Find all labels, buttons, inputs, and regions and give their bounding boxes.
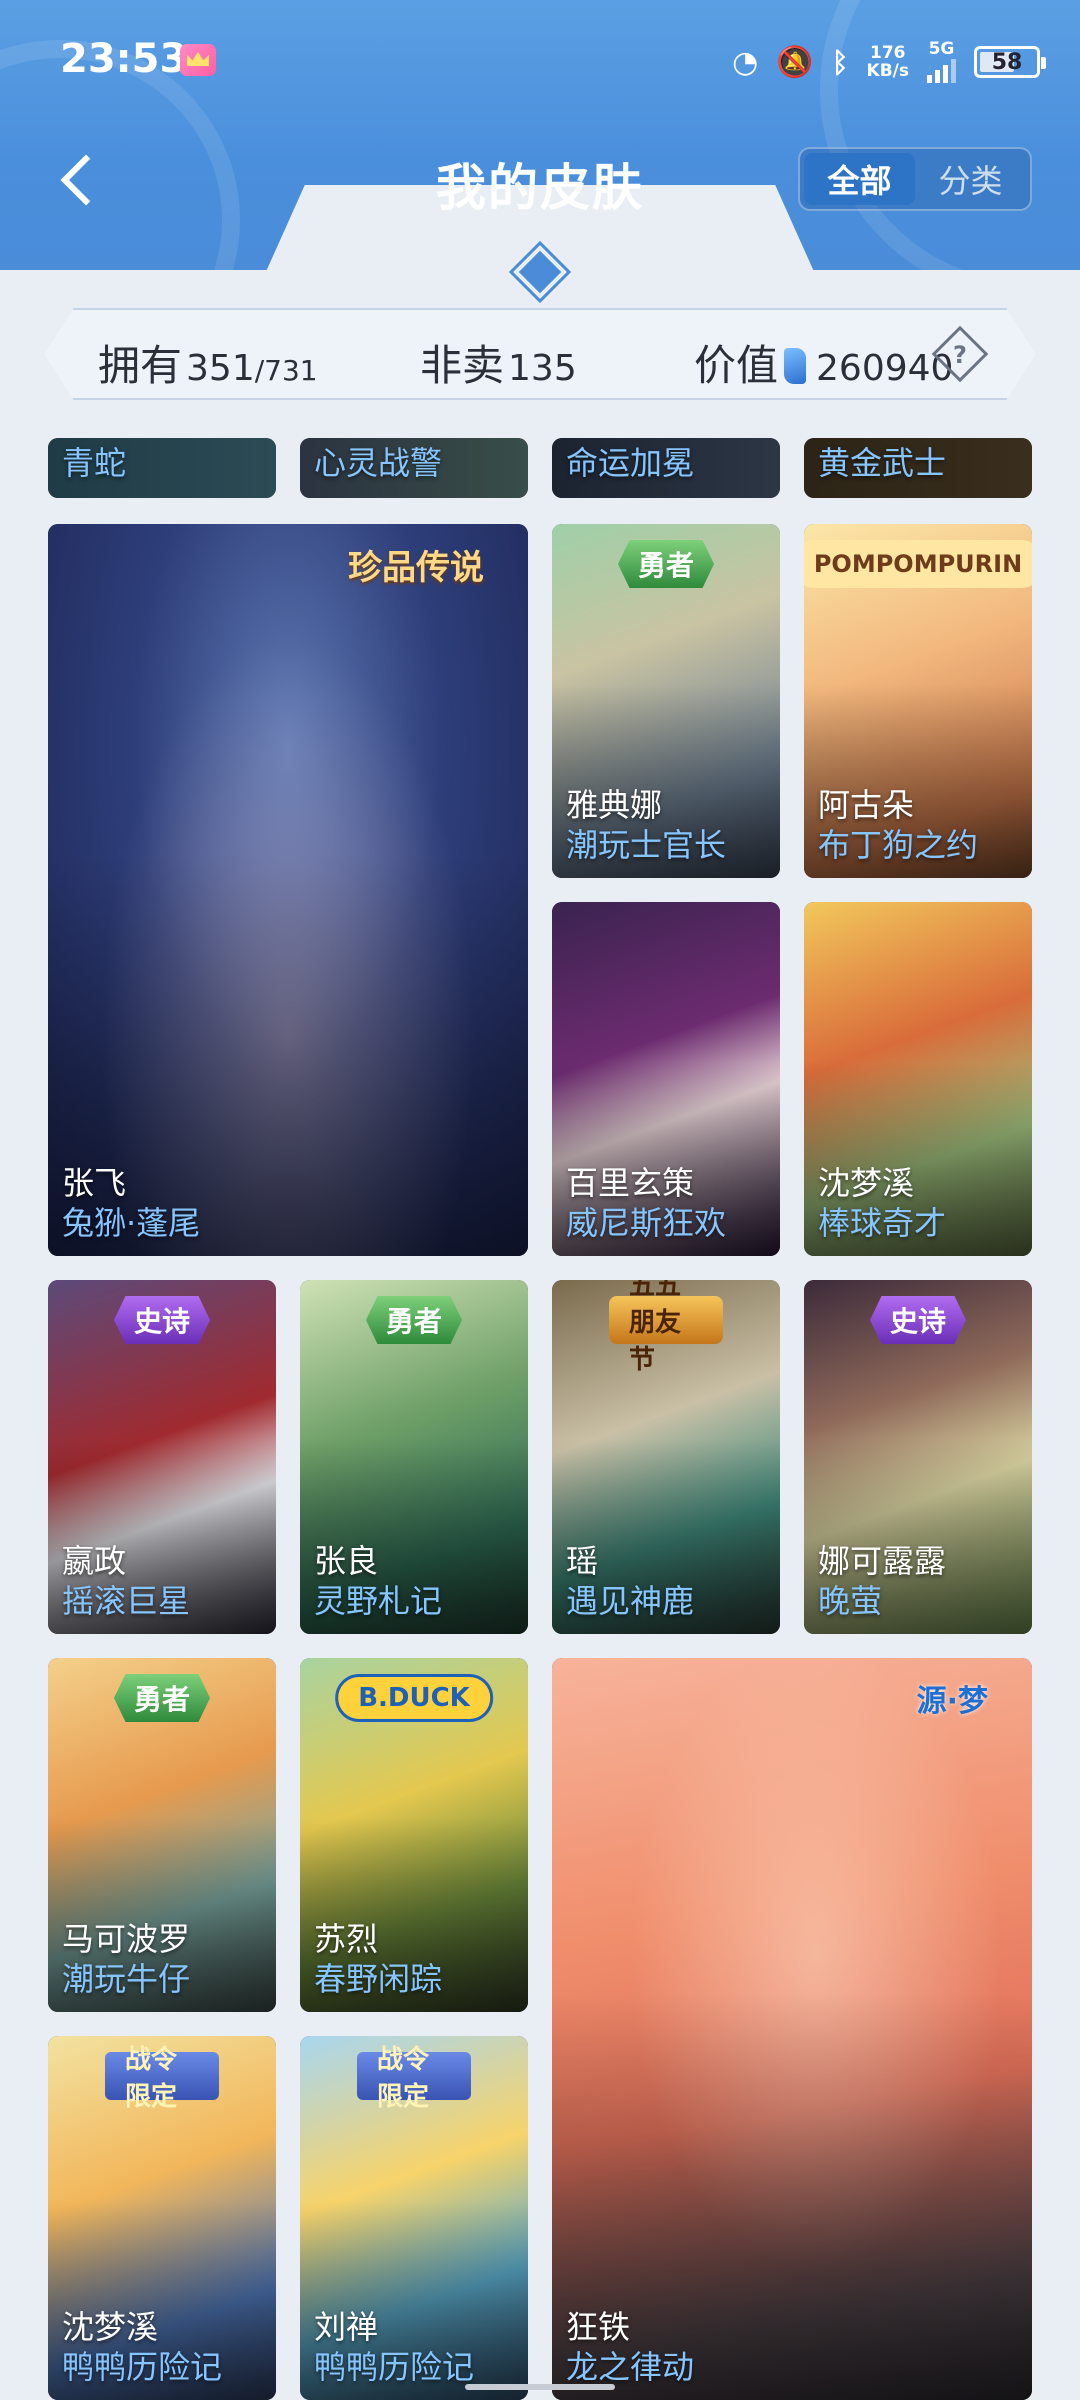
battery-icon: 58: [974, 46, 1046, 78]
status-icons: ◔ 🔕 ᛒ 176 KB/s 5G 58: [732, 40, 1046, 84]
rarity-badge: 勇者: [617, 540, 715, 588]
battle-pass-badge: 战令限定: [357, 2045, 471, 2112]
skin-card[interactable]: 勇者 张良 灵野札记: [300, 1280, 528, 1634]
owned-stat: 拥有 351 /731: [98, 341, 318, 390]
signal-indicator: 5G: [927, 41, 956, 83]
skin-card[interactable]: POMPOMPURIN 阿古朵 布丁狗之约: [804, 524, 1032, 878]
skin-card[interactable]: 史诗 娜可露露 晚萤: [804, 1280, 1032, 1634]
rarity-badge: 勇者: [365, 1296, 463, 1344]
crown-app-icon: [180, 44, 216, 76]
status-bar: 23:53 ◔ 🔕 ᛒ 176 KB/s 5G 58: [0, 0, 1080, 120]
battery-level: 58: [991, 49, 1023, 75]
status-time: 23:53: [60, 36, 188, 82]
battle-pass-badge: 战令限定: [105, 2045, 219, 2112]
network-speed: 176 KB/s: [866, 43, 909, 81]
tab-all[interactable]: 全部: [804, 153, 915, 205]
skin-card[interactable]: 沈梦溪 棒球奇才: [804, 902, 1032, 1256]
stats-bar: 拥有 351 /731 非卖 135 价值 260940 ?: [44, 308, 1036, 400]
mute-bell-icon: 🔕: [776, 44, 814, 80]
skin-card[interactable]: 五五朋友节 瑶 遇见神鹿: [552, 1280, 780, 1634]
gem-icon: [784, 348, 807, 384]
skin-card[interactable]: 心灵战警: [300, 438, 528, 498]
unsold-stat: 非卖 135: [420, 341, 577, 390]
bluetooth-icon: ᛒ: [831, 45, 849, 79]
skin-card[interactable]: 战令限定 刘禅 鸭鸭历险记: [300, 2036, 528, 2400]
series-badge: 源·梦: [916, 1684, 988, 1719]
skin-card[interactable]: 战令限定 沈梦溪 鸭鸭历险记: [48, 2036, 276, 2400]
rarity-badge: 史诗: [113, 1296, 211, 1344]
skin-card[interactable]: 勇者 马可波罗 潮玩牛仔: [48, 1658, 276, 2012]
rarity-badge: 珍品传说: [348, 547, 484, 588]
collab-badge: B.DUCK: [335, 1674, 493, 1722]
skin-card[interactable]: B.DUCK 苏烈 春野闲踪: [300, 1658, 528, 2012]
rarity-badge: POMPOMPURIN: [804, 540, 1032, 588]
value-stat: 价值 260940: [694, 341, 954, 390]
rarity-badge: 史诗: [869, 1296, 967, 1344]
skin-card[interactable]: 珍品传说 张飞 兔狲·蓬尾: [48, 524, 528, 1256]
speedometer-icon: ◔: [732, 44, 759, 80]
view-toggle: 全部 分类: [798, 147, 1032, 211]
tab-category[interactable]: 分类: [915, 153, 1026, 205]
skin-card[interactable]: 源·梦 狂铁 龙之律动: [552, 1658, 1032, 2400]
skin-card[interactable]: 黄金武士: [804, 438, 1032, 498]
skin-card[interactable]: 青蛇: [48, 438, 276, 498]
skin-grid: 青蛇 心灵战警 命运加冕 黄金武士 珍品传说 张飞 兔狲·蓬尾 勇者 雅典娜 潮…: [0, 438, 1080, 2400]
home-indicator: [465, 2384, 615, 2390]
skin-card[interactable]: 勇者 雅典娜 潮玩士官长: [552, 524, 780, 878]
skin-card[interactable]: 史诗 嬴政 摇滚巨星: [48, 1280, 276, 1634]
skin-card[interactable]: 百里玄策 威尼斯狂欢: [552, 902, 780, 1256]
rarity-badge: 勇者: [113, 1674, 211, 1722]
event-badge: 五五朋友节: [609, 1280, 723, 1375]
signal-bars-icon: [927, 57, 956, 83]
skin-card[interactable]: 命运加冕: [552, 438, 780, 498]
